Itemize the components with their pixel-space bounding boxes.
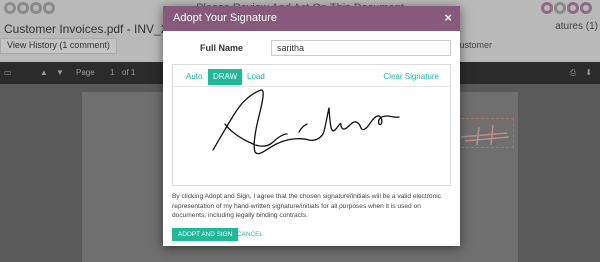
signature-pad: Auto DRAW Load Clear Signature bbox=[172, 64, 451, 186]
signature-canvas[interactable] bbox=[173, 88, 450, 186]
dialog-header: Adopt Your Signature × bbox=[163, 6, 460, 31]
odoo-logo-right bbox=[541, 2, 592, 14]
tab-auto[interactable]: Auto bbox=[181, 69, 207, 85]
customer-label: ustomer bbox=[459, 40, 492, 50]
print-icon[interactable]: ⎙ bbox=[570, 68, 576, 78]
cancel-button[interactable]: CANCEL bbox=[237, 228, 263, 241]
download-icon[interactable]: ⬇ bbox=[585, 68, 592, 77]
sidebar-toggle-icon[interactable]: ▭ bbox=[4, 68, 12, 77]
full-name-input[interactable] bbox=[271, 40, 451, 56]
next-page-icon[interactable]: ▼ bbox=[56, 68, 64, 77]
signature-mode-tabs: Auto DRAW Load Clear Signature bbox=[173, 65, 450, 87]
page-total: of 1 bbox=[122, 68, 136, 77]
drawn-signature bbox=[212, 89, 400, 155]
prev-page-icon[interactable]: ▲ bbox=[40, 68, 48, 77]
view-history-button[interactable]: View History (1 comment) bbox=[0, 38, 117, 54]
page-number[interactable]: 1 bbox=[110, 68, 114, 77]
close-icon[interactable]: × bbox=[444, 10, 452, 25]
dialog-title: Adopt Your Signature bbox=[173, 12, 277, 24]
page-label: Page bbox=[76, 68, 95, 77]
legal-disclaimer: By clicking Adopt and Sign, I agree that… bbox=[172, 193, 442, 219]
adopt-and-sign-button[interactable]: ADOPT AND SIGN bbox=[172, 228, 239, 241]
odoo-logo bbox=[4, 2, 55, 14]
tab-load[interactable]: Load bbox=[242, 69, 270, 85]
clear-signature-link[interactable]: Clear Signature bbox=[378, 69, 444, 85]
tab-draw[interactable]: DRAW bbox=[208, 69, 243, 85]
signature-placeholder bbox=[456, 118, 514, 148]
full-name-label: Full Name bbox=[200, 43, 244, 53]
signatures-count: atures (1) bbox=[555, 21, 598, 32]
full-name-row: Full Name bbox=[163, 39, 460, 57]
adopt-signature-dialog: Adopt Your Signature × Full Name Auto DR… bbox=[163, 6, 460, 246]
